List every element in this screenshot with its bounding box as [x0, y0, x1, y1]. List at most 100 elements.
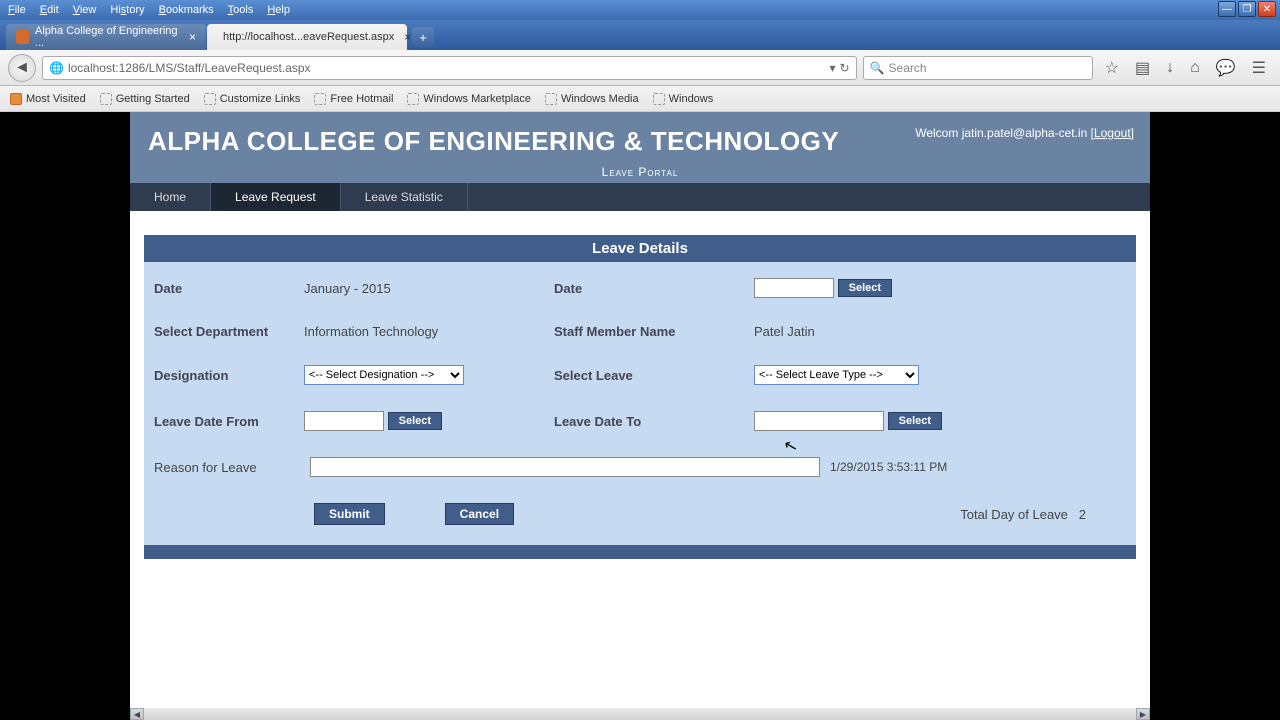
- bookmark-icon: [100, 93, 112, 105]
- leave-to-input[interactable]: [754, 411, 884, 431]
- minimize-button[interactable]: —: [1218, 1, 1236, 17]
- scroll-left-button[interactable]: ◀: [130, 708, 144, 720]
- reason-row: Reason for Leave 1/29/2015 3:53:11 PM: [154, 457, 1126, 477]
- close-window-button[interactable]: ✕: [1258, 1, 1276, 17]
- leave-type-select[interactable]: <-- Select Leave Type -->: [754, 365, 919, 385]
- bookmark-windows-media[interactable]: Windows Media: [545, 93, 639, 105]
- menu-view[interactable]: View: [73, 4, 97, 16]
- menu-bookmarks[interactable]: Bookmarks: [159, 4, 214, 16]
- home-icon[interactable]: ⌂: [1190, 59, 1200, 77]
- value-staff-name: Patel Jatin: [754, 324, 1014, 339]
- label-leave-to: Leave Date To: [554, 414, 754, 429]
- label-staff-name: Staff Member Name: [554, 324, 754, 339]
- bookmark-free-hotmail[interactable]: Free Hotmail: [314, 93, 393, 105]
- dropdown-icon[interactable]: ▾: [830, 61, 836, 75]
- tab-close-icon[interactable]: ×: [404, 30, 411, 44]
- label-department: Select Department: [154, 324, 304, 339]
- bookmark-label: Most Visited: [26, 93, 86, 105]
- bookmark-label: Getting Started: [116, 93, 190, 105]
- label-date-left: Date: [154, 281, 304, 296]
- tab-close-icon[interactable]: ×: [189, 30, 196, 44]
- browser-tab-bar: Alpha College of Engineering ... × http:…: [0, 20, 1280, 50]
- cancel-button[interactable]: Cancel: [445, 503, 514, 525]
- toolbar-icons: ☆ ▤ ↓ ⌂ 💬 ☰: [1099, 58, 1272, 78]
- bookmark-label: Windows Media: [561, 93, 639, 105]
- globe-icon: 🌐: [49, 61, 64, 75]
- value-date-left: January - 2015: [304, 281, 554, 296]
- submit-button[interactable]: Submit: [314, 503, 385, 525]
- back-button[interactable]: ◄: [8, 54, 36, 82]
- horizontal-scrollbar[interactable]: ◀ ▶: [130, 708, 1150, 720]
- panel-header: Leave Details: [144, 235, 1136, 262]
- nav-leave-request[interactable]: Leave Request: [211, 183, 341, 211]
- leave-from-input[interactable]: [304, 411, 384, 431]
- menu-help[interactable]: Help: [267, 4, 290, 16]
- menu-file[interactable]: File: [8, 4, 26, 16]
- menu-icon[interactable]: ☰: [1252, 58, 1266, 78]
- value-department: Information Technology: [304, 324, 554, 339]
- page-content: ALPHA COLLEGE OF ENGINEERING & TECHNOLOG…: [130, 112, 1150, 708]
- logout-link[interactable]: Logout: [1094, 126, 1131, 140]
- form-grid: Date January - 2015 Date Select Select D…: [154, 278, 1126, 431]
- tab-label: http://localhost...eaveRequest.aspx: [223, 31, 394, 43]
- bookmark-label: Windows: [669, 93, 714, 105]
- bookmark-icon: [407, 93, 419, 105]
- address-bar[interactable]: 🌐 localhost:1286/LMS/Staff/LeaveRequest.…: [42, 56, 857, 80]
- welcome-prefix: Welcom: [915, 126, 961, 140]
- favicon-icon: [16, 30, 29, 44]
- leave-to-cell: Select: [754, 411, 1014, 431]
- date-input[interactable]: [754, 278, 834, 298]
- tab-label: Alpha College of Engineering ...: [35, 25, 179, 49]
- url-text: localhost:1286/LMS/Staff/LeaveRequest.as…: [68, 61, 826, 75]
- label-date-right: Date: [554, 281, 754, 296]
- maximize-button[interactable]: ❐: [1238, 1, 1256, 17]
- new-tab-button[interactable]: +: [412, 27, 434, 47]
- value-total-days: 2: [1079, 507, 1086, 522]
- bookmark-windows-marketplace[interactable]: Windows Marketplace: [407, 93, 531, 105]
- nav-home[interactable]: Home: [130, 183, 211, 211]
- total-day-row: Total Day of Leave 2: [960, 507, 1086, 522]
- leave-to-select-button[interactable]: Select: [888, 412, 942, 430]
- bookmark-label: Free Hotmail: [330, 93, 393, 105]
- reason-input[interactable]: [310, 457, 820, 477]
- leave-from-select-button[interactable]: Select: [388, 412, 442, 430]
- nav-leave-statistic[interactable]: Leave Statistic: [341, 183, 468, 211]
- bookmark-getting-started[interactable]: Getting Started: [100, 93, 190, 105]
- bookmark-icon: [314, 93, 326, 105]
- bookmark-customize-links[interactable]: Customize Links: [204, 93, 301, 105]
- page-viewport: ALPHA COLLEGE OF ENGINEERING & TECHNOLOG…: [0, 112, 1280, 708]
- search-box[interactable]: 🔍 Search: [863, 56, 1093, 80]
- menu-history[interactable]: History: [110, 4, 144, 16]
- tab-alpha-college[interactable]: Alpha College of Engineering ... ×: [6, 24, 206, 50]
- bookmarks-toolbar: Most Visited Getting Started Customize L…: [0, 86, 1280, 112]
- welcome-text: Welcom jatin.patel@alpha-cet.in [Logout]: [915, 126, 1134, 140]
- reload-button[interactable]: ↻: [840, 61, 850, 75]
- library-icon[interactable]: ▤: [1135, 58, 1150, 78]
- bookmark-icon: [10, 93, 22, 105]
- browser-menu-bar: File Edit View History Bookmarks Tools H…: [0, 0, 1280, 20]
- tab-leave-request[interactable]: http://localhost...eaveRequest.aspx ×: [207, 24, 407, 50]
- bookmark-icon: [653, 93, 665, 105]
- panel-footer: [144, 545, 1136, 559]
- search-icon: 🔍: [870, 61, 885, 75]
- label-leave-from: Leave Date From: [154, 414, 304, 429]
- menu-tools[interactable]: Tools: [228, 4, 254, 16]
- browser-toolbar: ◄ 🌐 localhost:1286/LMS/Staff/LeaveReques…: [0, 50, 1280, 86]
- scroll-right-button[interactable]: ▶: [1136, 708, 1150, 720]
- leave-from-cell: Select: [304, 411, 554, 431]
- bookmark-label: Windows Marketplace: [423, 93, 531, 105]
- chat-icon[interactable]: 💬: [1216, 58, 1236, 78]
- bookmark-icon: [204, 93, 216, 105]
- bookmark-star-icon[interactable]: ☆: [1105, 58, 1119, 78]
- bookmark-windows[interactable]: Windows: [653, 93, 714, 105]
- timestamp: 1/29/2015 3:53:11 PM: [830, 460, 947, 474]
- downloads-icon[interactable]: ↓: [1166, 59, 1174, 77]
- menu-edit[interactable]: Edit: [40, 4, 59, 16]
- label-designation: Designation: [154, 368, 304, 383]
- date-select-button[interactable]: Select: [838, 279, 892, 297]
- bookmark-most-visited[interactable]: Most Visited: [10, 93, 86, 105]
- content-area: Leave Details Date January - 2015 Date S…: [130, 211, 1150, 583]
- label-reason: Reason for Leave: [154, 460, 304, 475]
- designation-cell: <-- Select Designation -->: [304, 365, 554, 385]
- designation-select[interactable]: <-- Select Designation -->: [304, 365, 464, 385]
